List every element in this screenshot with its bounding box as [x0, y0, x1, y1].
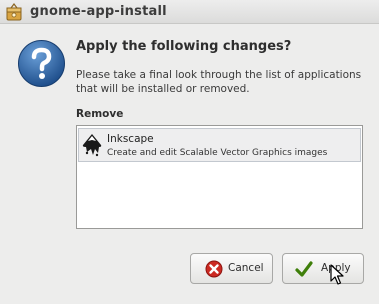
cancel-label: Cancel [228, 262, 264, 274]
mouse-cursor-icon [330, 264, 344, 285]
checkmark-icon [295, 261, 313, 277]
item-name: Inkscape [107, 133, 154, 145]
list-item[interactable]: Inkscape Create and edit Scalable Vector… [78, 128, 361, 162]
cancel-button[interactable]: Cancel [190, 253, 273, 284]
dialog-description: Please take a final look through the lis… [76, 69, 362, 95]
inkscape-icon [82, 134, 102, 157]
item-description: Create and edit Scalable Vector Graphics… [107, 148, 328, 158]
remove-section-label: Remove [76, 108, 124, 120]
changes-list[interactable]: Inkscape Create and edit Scalable Vector… [76, 125, 363, 229]
package-icon [6, 3, 22, 21]
title-bar[interactable]: gnome-app-install [0, 0, 379, 24]
dialog-heading: Apply the following changes? [76, 39, 292, 54]
apply-button[interactable]: Apply [282, 253, 364, 284]
cancel-icon [205, 260, 223, 278]
question-icon [18, 40, 65, 87]
window-title: gnome-app-install [30, 4, 167, 19]
